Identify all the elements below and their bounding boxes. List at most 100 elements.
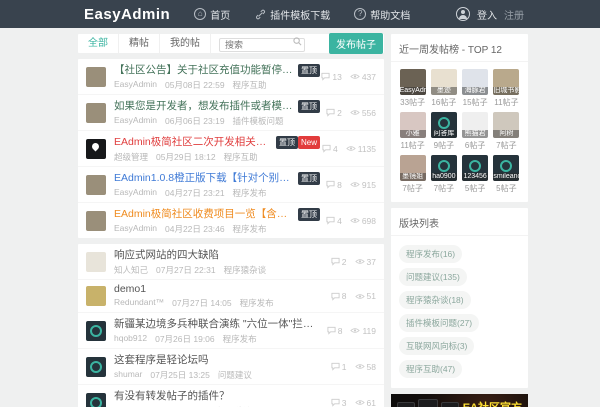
post-category[interactable]: 程序发布 (233, 223, 267, 235)
top-poster[interactable]: EasyAdmin 33帖子 (399, 69, 426, 108)
tab-featured[interactable]: 精帖 (119, 34, 160, 53)
post-title[interactable]: 有没有转发帖子的插件？ (114, 388, 230, 403)
eye-icon (350, 328, 361, 333)
post-counts: 3 61 (320, 398, 376, 407)
board-pill[interactable]: 程序猿杂谈(18) (399, 291, 471, 309)
board-pill[interactable]: 互联网风向标(3) (399, 337, 475, 355)
post-category[interactable]: 程序互助 (224, 151, 258, 163)
post-avatar[interactable] (86, 251, 106, 272)
post-title[interactable]: 如果您是开发者，想发布插件或者模板请联系49007623 (114, 98, 294, 113)
top-poster-avatar[interactable]: 熊猫君 (462, 112, 489, 138)
nav-item-home[interactable]: ⌂ 首页 (194, 7, 230, 22)
top-poster-avatar[interactable]: 小雅 (399, 112, 426, 138)
post-title[interactable]: EAdmin极简社区二次开发相关培训报名公开课教程（已完结） (114, 134, 272, 149)
post-row[interactable]: 这套程序是轻论坛吗 shumar 07月25日 13:25 问题建议 1 58 (78, 349, 384, 385)
top-poster[interactable]: 海豚君 15帖子 (462, 69, 489, 108)
login-link[interactable]: 登入 (477, 7, 497, 22)
post-body: 这套程序是轻论坛吗 shumar 07月25日 13:25 问题建议 (114, 352, 320, 381)
post-author[interactable]: shumar (114, 369, 142, 381)
post-row[interactable]: EAdmin极简社区二次开发相关培训报名公开课教程（已完结） 置顶New 超级管… (78, 131, 384, 167)
post-author[interactable]: EasyAdmin (114, 115, 157, 127)
post-title[interactable]: 这套程序是轻论坛吗 (114, 352, 209, 367)
top-poster-avatar[interactable]: 阿树 (493, 112, 520, 138)
board-pill[interactable]: 程序发布(16) (399, 245, 463, 263)
top-poster-avatar[interactable]: EasyAdmin (399, 69, 426, 95)
post-row[interactable]: 【社区公告】关于社区充值功能暂停，充值请联系49007623 置顶 EasyAd… (78, 59, 384, 95)
post-title[interactable]: 【社区公告】关于社区充值功能暂停，充值请联系49007623 (114, 62, 294, 77)
post-author[interactable]: EasyAdmin (114, 187, 157, 199)
post-category[interactable]: 程序发布 (223, 333, 257, 345)
post-category[interactable]: 插件模板问题 (233, 115, 284, 127)
post-row[interactable]: 有没有转发帖子的插件？ dandan 07月24日 08:51 问题建议 3 6… (78, 385, 384, 407)
top-poster-avatar[interactable]: 问答库 (430, 112, 457, 138)
nav-item-help-docs[interactable]: ? 帮助文档 (354, 7, 410, 22)
top-poster-avatar[interactable]: smileance (493, 155, 520, 181)
post-category[interactable]: 程序发布 (240, 297, 274, 309)
post-title[interactable]: EAdmin极简社区收费项目一览【含超级会员权限介绍】 (114, 206, 294, 221)
nav-item-plugin-download[interactable]: 插件模板下载 (254, 7, 330, 22)
post-title[interactable]: 新疆某边境多兵种联合演练 "六位一体"拦天暴恐分子 (114, 316, 316, 331)
post-row[interactable]: EAdmin1.0.8橙正版下载【针对个别空间无法安装情况】 置顶 EasyAd… (78, 167, 384, 203)
post-avatar[interactable] (86, 320, 106, 341)
top-poster-avatar[interactable]: 旧城书影 (493, 69, 520, 95)
top-poster[interactable]: 123456 5帖子 (462, 155, 489, 194)
top-poster[interactable]: 小雅 11帖子 (399, 112, 426, 151)
hosting-ad-banner[interactable]: EA社区官方 推荐主机 CN2 香港免备案主机 免备案 · 伪静态 · 速度快 … (391, 394, 528, 407)
post-author[interactable]: 知人知己 (114, 264, 148, 276)
post-author[interactable]: EasyAdmin (114, 223, 157, 235)
post-avatar[interactable] (86, 210, 106, 231)
post-title[interactable]: EAdmin1.0.8橙正版下载【针对个别空间无法安装情况】 (114, 170, 294, 185)
top-poster[interactable]: 阿树 7帖子 (493, 112, 520, 151)
board-pill[interactable]: 问题建议(135) (399, 268, 467, 286)
post-author[interactable]: hqob912 (114, 333, 147, 345)
post-title[interactable]: 响应式网站的四大缺陷 (114, 247, 219, 262)
post-counts: 8 119 (320, 326, 376, 336)
logo[interactable]: EasyAdmin (84, 6, 170, 23)
post-counts: 1 58 (320, 362, 376, 372)
top-poster[interactable]: 旧城书影 11帖子 (493, 69, 520, 108)
post-row[interactable]: demo1 Redundant™ 07月27日 14:05 程序发布 8 51 (78, 280, 384, 313)
post-avatar[interactable] (86, 392, 106, 407)
top-poster[interactable]: 熊猫君 6帖子 (462, 112, 489, 151)
tab-my-posts[interactable]: 我的帖 (160, 34, 211, 53)
post-avatar[interactable] (86, 286, 106, 306)
post-avatar[interactable] (86, 102, 106, 123)
post-row[interactable]: 新疆某边境多兵种联合演练 "六位一体"拦天暴恐分子 hqob912 07月26日… (78, 313, 384, 349)
post-avatar[interactable] (86, 138, 106, 159)
board-pill[interactable]: 插件模板问题(27) (399, 314, 480, 332)
post-author[interactable]: 超级管理 (114, 151, 148, 163)
post-row[interactable]: EAdmin极简社区收费项目一览【含超级会员权限介绍】 置顶 EasyAdmin… (78, 203, 384, 238)
post-row[interactable]: 如果您是开发者，想发布插件或者模板请联系49007623 置顶 EasyAdmi… (78, 95, 384, 131)
post-counts: 13 437 (320, 72, 376, 82)
post-title[interactable]: demo1 (114, 283, 146, 295)
post-category[interactable]: 程序互助 (233, 79, 267, 91)
top-poster-avatar[interactable]: 123456 (462, 155, 489, 181)
post-category[interactable]: 程序猿杂谈 (224, 264, 267, 276)
eye-icon (350, 218, 360, 223)
post-avatar[interactable] (86, 356, 106, 377)
register-link[interactable]: 注册 (504, 7, 524, 22)
top-poster-avatar[interactable]: 墨迹 (430, 69, 457, 95)
post-avatar[interactable] (86, 174, 106, 195)
tab-all[interactable]: 全部 (78, 34, 119, 53)
top-poster[interactable]: 墨镜姐 7帖子 (399, 155, 426, 194)
post-author[interactable]: EasyAdmin (114, 79, 157, 91)
top-poster-avatar[interactable]: 墨镜姐 (399, 155, 426, 181)
create-post-button[interactable]: 发布帖子 (329, 33, 383, 54)
top-poster[interactable]: smileance 5帖子 (493, 155, 520, 194)
post-category[interactable]: 程序发布 (233, 187, 267, 199)
post-category[interactable]: 问题建议 (218, 369, 252, 381)
top-poster[interactable]: ha0900 7帖子 (430, 155, 457, 194)
post-meta: 知人知己 07月27日 22:31 程序猿杂谈 (114, 264, 320, 276)
top-poster[interactable]: 问答库 9帖子 (430, 112, 457, 151)
top-poster-avatar[interactable]: 海豚君 (462, 69, 489, 95)
comment-icon (331, 292, 340, 301)
top-poster[interactable]: 墨迹 16帖子 (430, 69, 457, 108)
top-poster-avatar[interactable]: ha0900 (430, 155, 457, 181)
top-poster-count: 5帖子 (464, 184, 486, 193)
post-author[interactable]: Redundant™ (114, 297, 164, 309)
user-icon[interactable] (456, 7, 470, 21)
post-avatar[interactable] (86, 66, 106, 87)
post-row[interactable]: 响应式网站的四大缺陷 知人知己 07月27日 22:31 程序猿杂谈 2 37 (78, 244, 384, 280)
board-pill[interactable]: 程序互助(47) (399, 360, 463, 378)
